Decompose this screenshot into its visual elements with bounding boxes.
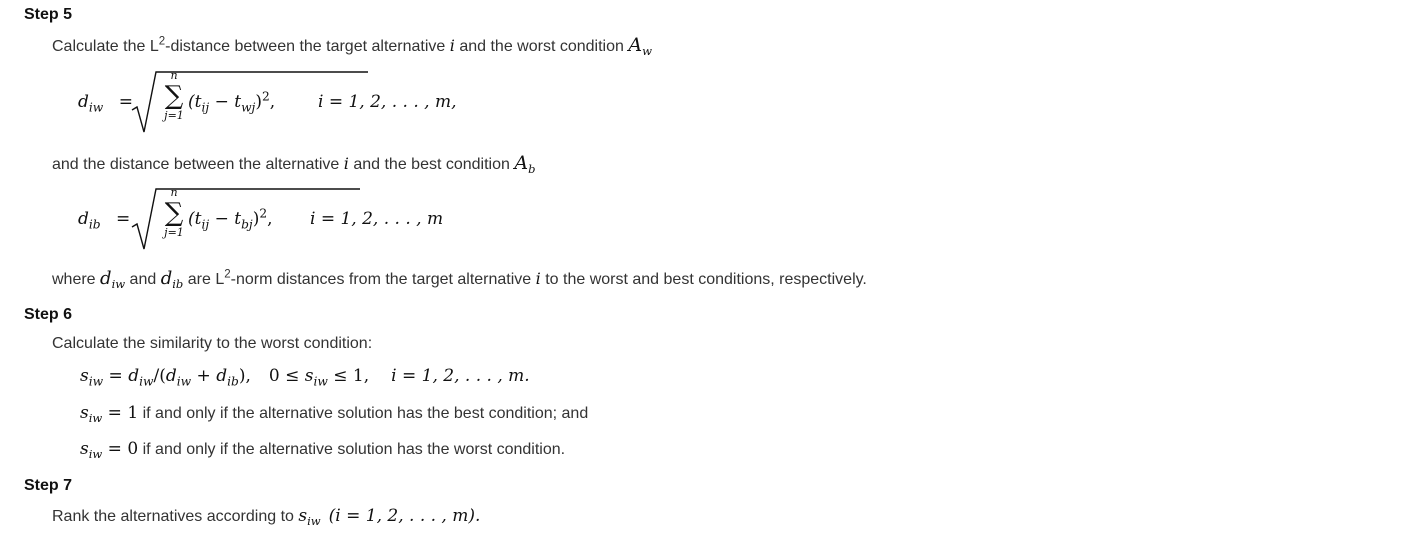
step-6-intro: Calculate the similarity to the worst co… — [52, 335, 373, 352]
step-5-heading: Step 5 — [24, 6, 73, 23]
step-7-text: Rank the alternatives according to siw (i… — [52, 506, 481, 529]
equation-distance-worst: diw = n ∑ j=1 (tij − twj)2, i = 1, 2, . … — [78, 70, 498, 142]
step-5-intro: Calculate the L2-distance between the ta… — [52, 34, 652, 59]
step-6-heading: Step 6 — [24, 306, 73, 323]
step-5-mid-text: and the distance between the alternative… — [52, 152, 536, 177]
similarity-best-condition: siw = 1 if and only if the alternative s… — [80, 403, 589, 426]
step-7-heading: Step 7 — [24, 477, 73, 494]
step-5-where-text: where diw and dib are L2-norm distances … — [52, 268, 867, 292]
similarity-formula: siw = diw/(diw + dib), 0 ≤ siw ≤ 1, i = 1,… — [80, 366, 530, 389]
similarity-worst-condition: siw = 0 if and only if the alternative s… — [80, 439, 566, 462]
equation-distance-best: dib = n ∑ j=1 (tij − tbj)2, i = 1, 2, . … — [78, 187, 498, 259]
summation: n ∑ j=1 — [164, 186, 184, 239]
summation: n ∑ j=1 — [164, 69, 184, 122]
